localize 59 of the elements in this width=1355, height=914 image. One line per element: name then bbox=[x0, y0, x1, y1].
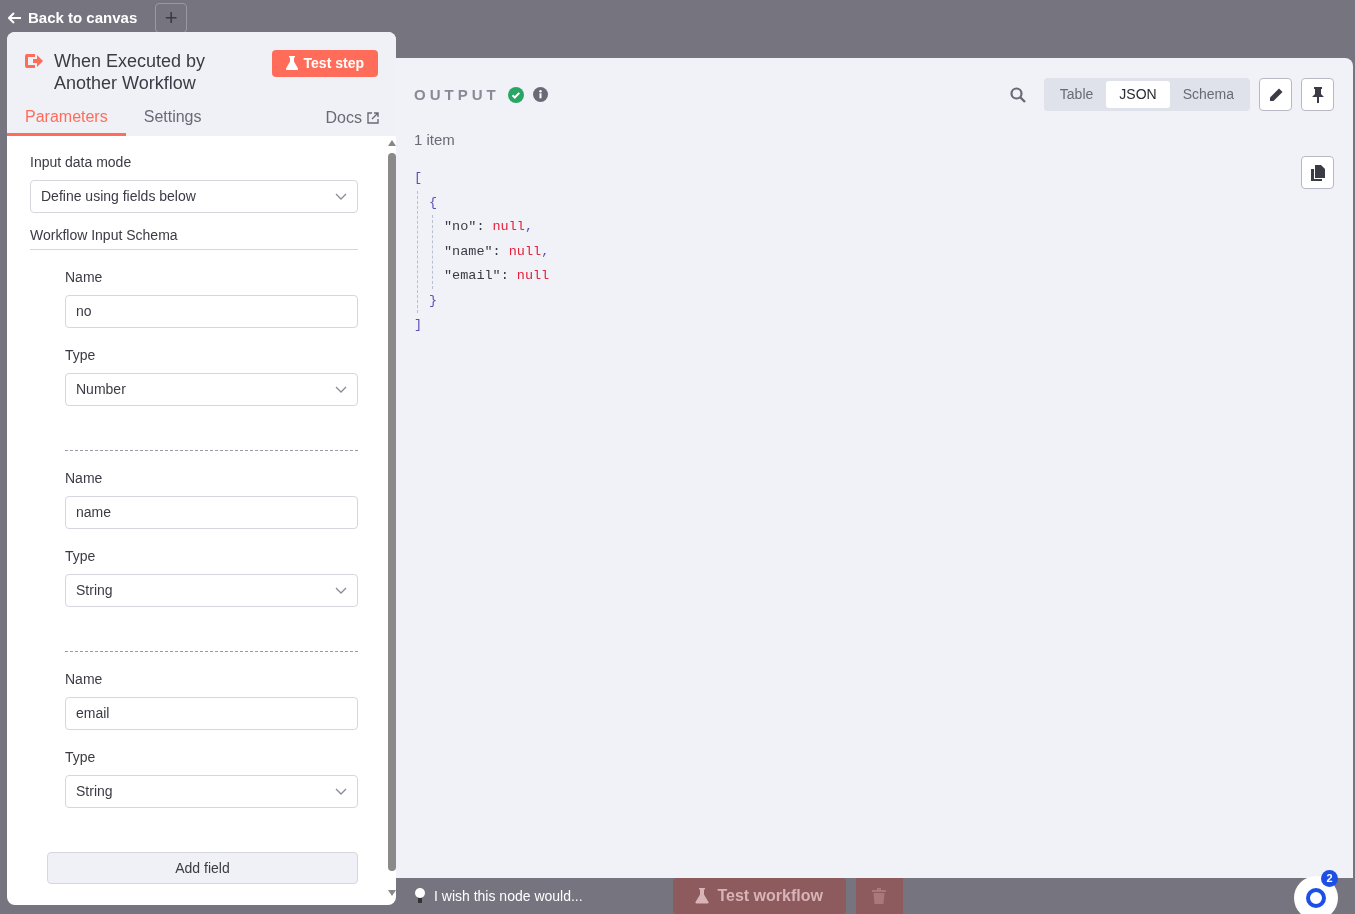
field-label: Type bbox=[65, 347, 97, 364]
json-bracket: ] bbox=[414, 316, 424, 334]
add-field-button[interactable]: Add field bbox=[47, 852, 358, 884]
back-link[interactable]: Back to canvas bbox=[8, 9, 138, 27]
flask-icon bbox=[695, 888, 710, 904]
json-value: null bbox=[508, 242, 542, 261]
chevron-down-icon bbox=[335, 386, 347, 393]
dropdown[interactable]: Number bbox=[65, 373, 358, 406]
dropdown[interactable]: Define using fields below bbox=[30, 180, 358, 214]
node-title: When Executed by Another Workflow bbox=[54, 50, 207, 94]
pencil-icon bbox=[1267, 86, 1284, 103]
copy-button[interactable] bbox=[1301, 156, 1334, 189]
json-key: "no": bbox=[444, 215, 485, 240]
input-field[interactable]: email bbox=[65, 697, 358, 730]
info-icon bbox=[532, 87, 548, 102]
json-bracket: { bbox=[429, 193, 439, 212]
json-value: null bbox=[516, 267, 550, 285]
field-label: Type bbox=[65, 548, 97, 565]
trash-icon bbox=[872, 888, 887, 904]
input-field[interactable]: name bbox=[65, 496, 358, 529]
flask-icon bbox=[285, 56, 298, 71]
feedback-text: I wish this node would... bbox=[434, 887, 583, 905]
exit-icon bbox=[24, 53, 44, 69]
lightbulb-icon bbox=[413, 887, 427, 905]
edit-button[interactable] bbox=[1259, 78, 1292, 111]
json-bracket: [ bbox=[414, 169, 424, 187]
field-label: Name bbox=[65, 470, 104, 487]
arrow-left-icon bbox=[8, 12, 22, 24]
chevron-down-icon bbox=[335, 788, 347, 795]
external-link-icon bbox=[367, 111, 379, 124]
section-heading: Workflow Input Schema bbox=[30, 213, 358, 250]
field-label: Type bbox=[65, 749, 97, 766]
dropdown[interactable]: String bbox=[65, 775, 358, 808]
json-comma: , bbox=[541, 242, 550, 261]
json-key: "email": bbox=[444, 264, 509, 289]
field-label: Name bbox=[65, 671, 104, 688]
field-label: Name bbox=[65, 269, 104, 286]
json-value: null bbox=[492, 218, 525, 236]
item-count: 1 item bbox=[414, 131, 456, 149]
search-icon[interactable] bbox=[1009, 86, 1026, 103]
input-field[interactable]: no bbox=[65, 295, 358, 328]
chat-bubble-icon bbox=[1306, 888, 1326, 908]
json-bracket: } bbox=[429, 291, 439, 310]
chevron-down-icon bbox=[335, 193, 347, 201]
pin-button[interactable] bbox=[1301, 78, 1334, 111]
copy-icon bbox=[1310, 164, 1325, 181]
docs-link[interactable]: Docs bbox=[325, 108, 379, 137]
json-key: "name": bbox=[444, 239, 501, 264]
dropdown[interactable]: String bbox=[65, 574, 358, 607]
view-tab[interactable]: JSON bbox=[1106, 81, 1170, 108]
pin-icon bbox=[1311, 86, 1324, 103]
chevron-down-icon bbox=[335, 587, 347, 594]
view-tab[interactable]: Schema bbox=[1169, 81, 1247, 108]
chat-button[interactable] bbox=[1294, 876, 1338, 914]
view-tab[interactable]: Table bbox=[1046, 81, 1107, 108]
tab[interactable]: Settings bbox=[125, 107, 220, 137]
json-comma: , bbox=[524, 218, 534, 236]
field-label: Input data mode bbox=[30, 154, 133, 172]
panel-title: OUTPUT bbox=[414, 85, 500, 104]
